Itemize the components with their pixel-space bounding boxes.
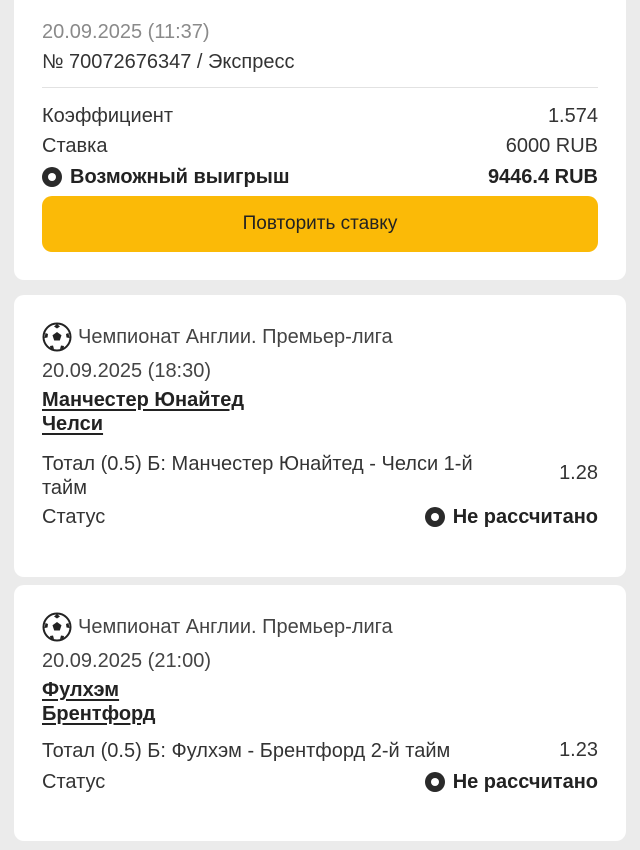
repeat-bet-button[interactable]: Повторить ставку [42, 196, 598, 252]
radio-dot-icon [424, 507, 445, 527]
event-card: Чемпионат Англии. Премьер-лига 20.09.202… [14, 295, 626, 577]
status-value-wrap: Не рассчитано [424, 505, 598, 529]
bet-summary-card: 20.09.2025 (11:37) № 70072676347 / Экспр… [14, 0, 626, 280]
bet-number: № 70072676347 / Экспресс [42, 51, 295, 73]
market-coefficient: 1.23 [559, 739, 598, 761]
status-label: Статус [42, 506, 106, 528]
status-row: Статус Не рассчитано [42, 770, 598, 794]
status-value: Не рассчитано [452, 771, 598, 793]
stake-label: Ставка [42, 135, 108, 157]
event-card: Чемпионат Англии. Премьер-лига 20.09.202… [14, 585, 626, 841]
event-datetime: 20.09.2025 (21:00) [42, 650, 212, 672]
possible-win-row: Возможный выигрыш 9446.4 RUB [42, 165, 598, 189]
stake-row: Ставка 6000 RUB [42, 134, 598, 158]
team-home-link[interactable]: Манчестер Юнайтед [42, 389, 244, 412]
coefficient-row: Коэффициент 1.574 [42, 104, 598, 128]
divider [42, 87, 598, 88]
possible-win-label-wrap: Возможный выигрыш [42, 165, 289, 189]
event-datetime: 20.09.2025 (18:30) [42, 360, 212, 382]
team-home-link[interactable]: Фулхэм [42, 679, 119, 702]
league-header: Чемпионат Англии. Премьер-лига [42, 322, 393, 352]
team-away-link[interactable]: Челси [42, 413, 103, 436]
bet-datetime: 20.09.2025 (11:37) [42, 21, 210, 43]
status-value-wrap: Не рассчитано [424, 770, 598, 794]
status-label: Статус [42, 771, 106, 793]
soccer-ball-icon [42, 612, 72, 642]
league-name: Чемпионат Англии. Премьер-лига [78, 615, 393, 638]
coefficient-value: 1.574 [547, 105, 598, 127]
league-header: Чемпионат Англии. Премьер-лига [42, 612, 393, 642]
status-value: Не рассчитано [452, 506, 598, 528]
market-description: Тотал (0.5) Б: Манчестер Юнайтед - Челси… [42, 453, 473, 499]
possible-win-label: Возможный выигрыш [70, 166, 290, 188]
possible-win-value: 9446.4 RUB [487, 166, 598, 188]
team-away-link[interactable]: Брентфорд [42, 703, 155, 726]
coefficient-label: Коэффициент [42, 105, 174, 127]
market-description: Тотал (0.5) Б: Фулхэм - Брентфорд 2-й та… [42, 740, 451, 762]
stake-value: 6000 RUB [505, 135, 598, 157]
status-row: Статус Не рассчитано [42, 505, 598, 529]
market-coefficient: 1.28 [559, 462, 598, 484]
soccer-ball-icon [42, 322, 72, 352]
radio-dot-icon [42, 167, 62, 187]
league-name: Чемпионат Англии. Премьер-лига [78, 325, 393, 348]
radio-dot-icon [424, 772, 445, 792]
